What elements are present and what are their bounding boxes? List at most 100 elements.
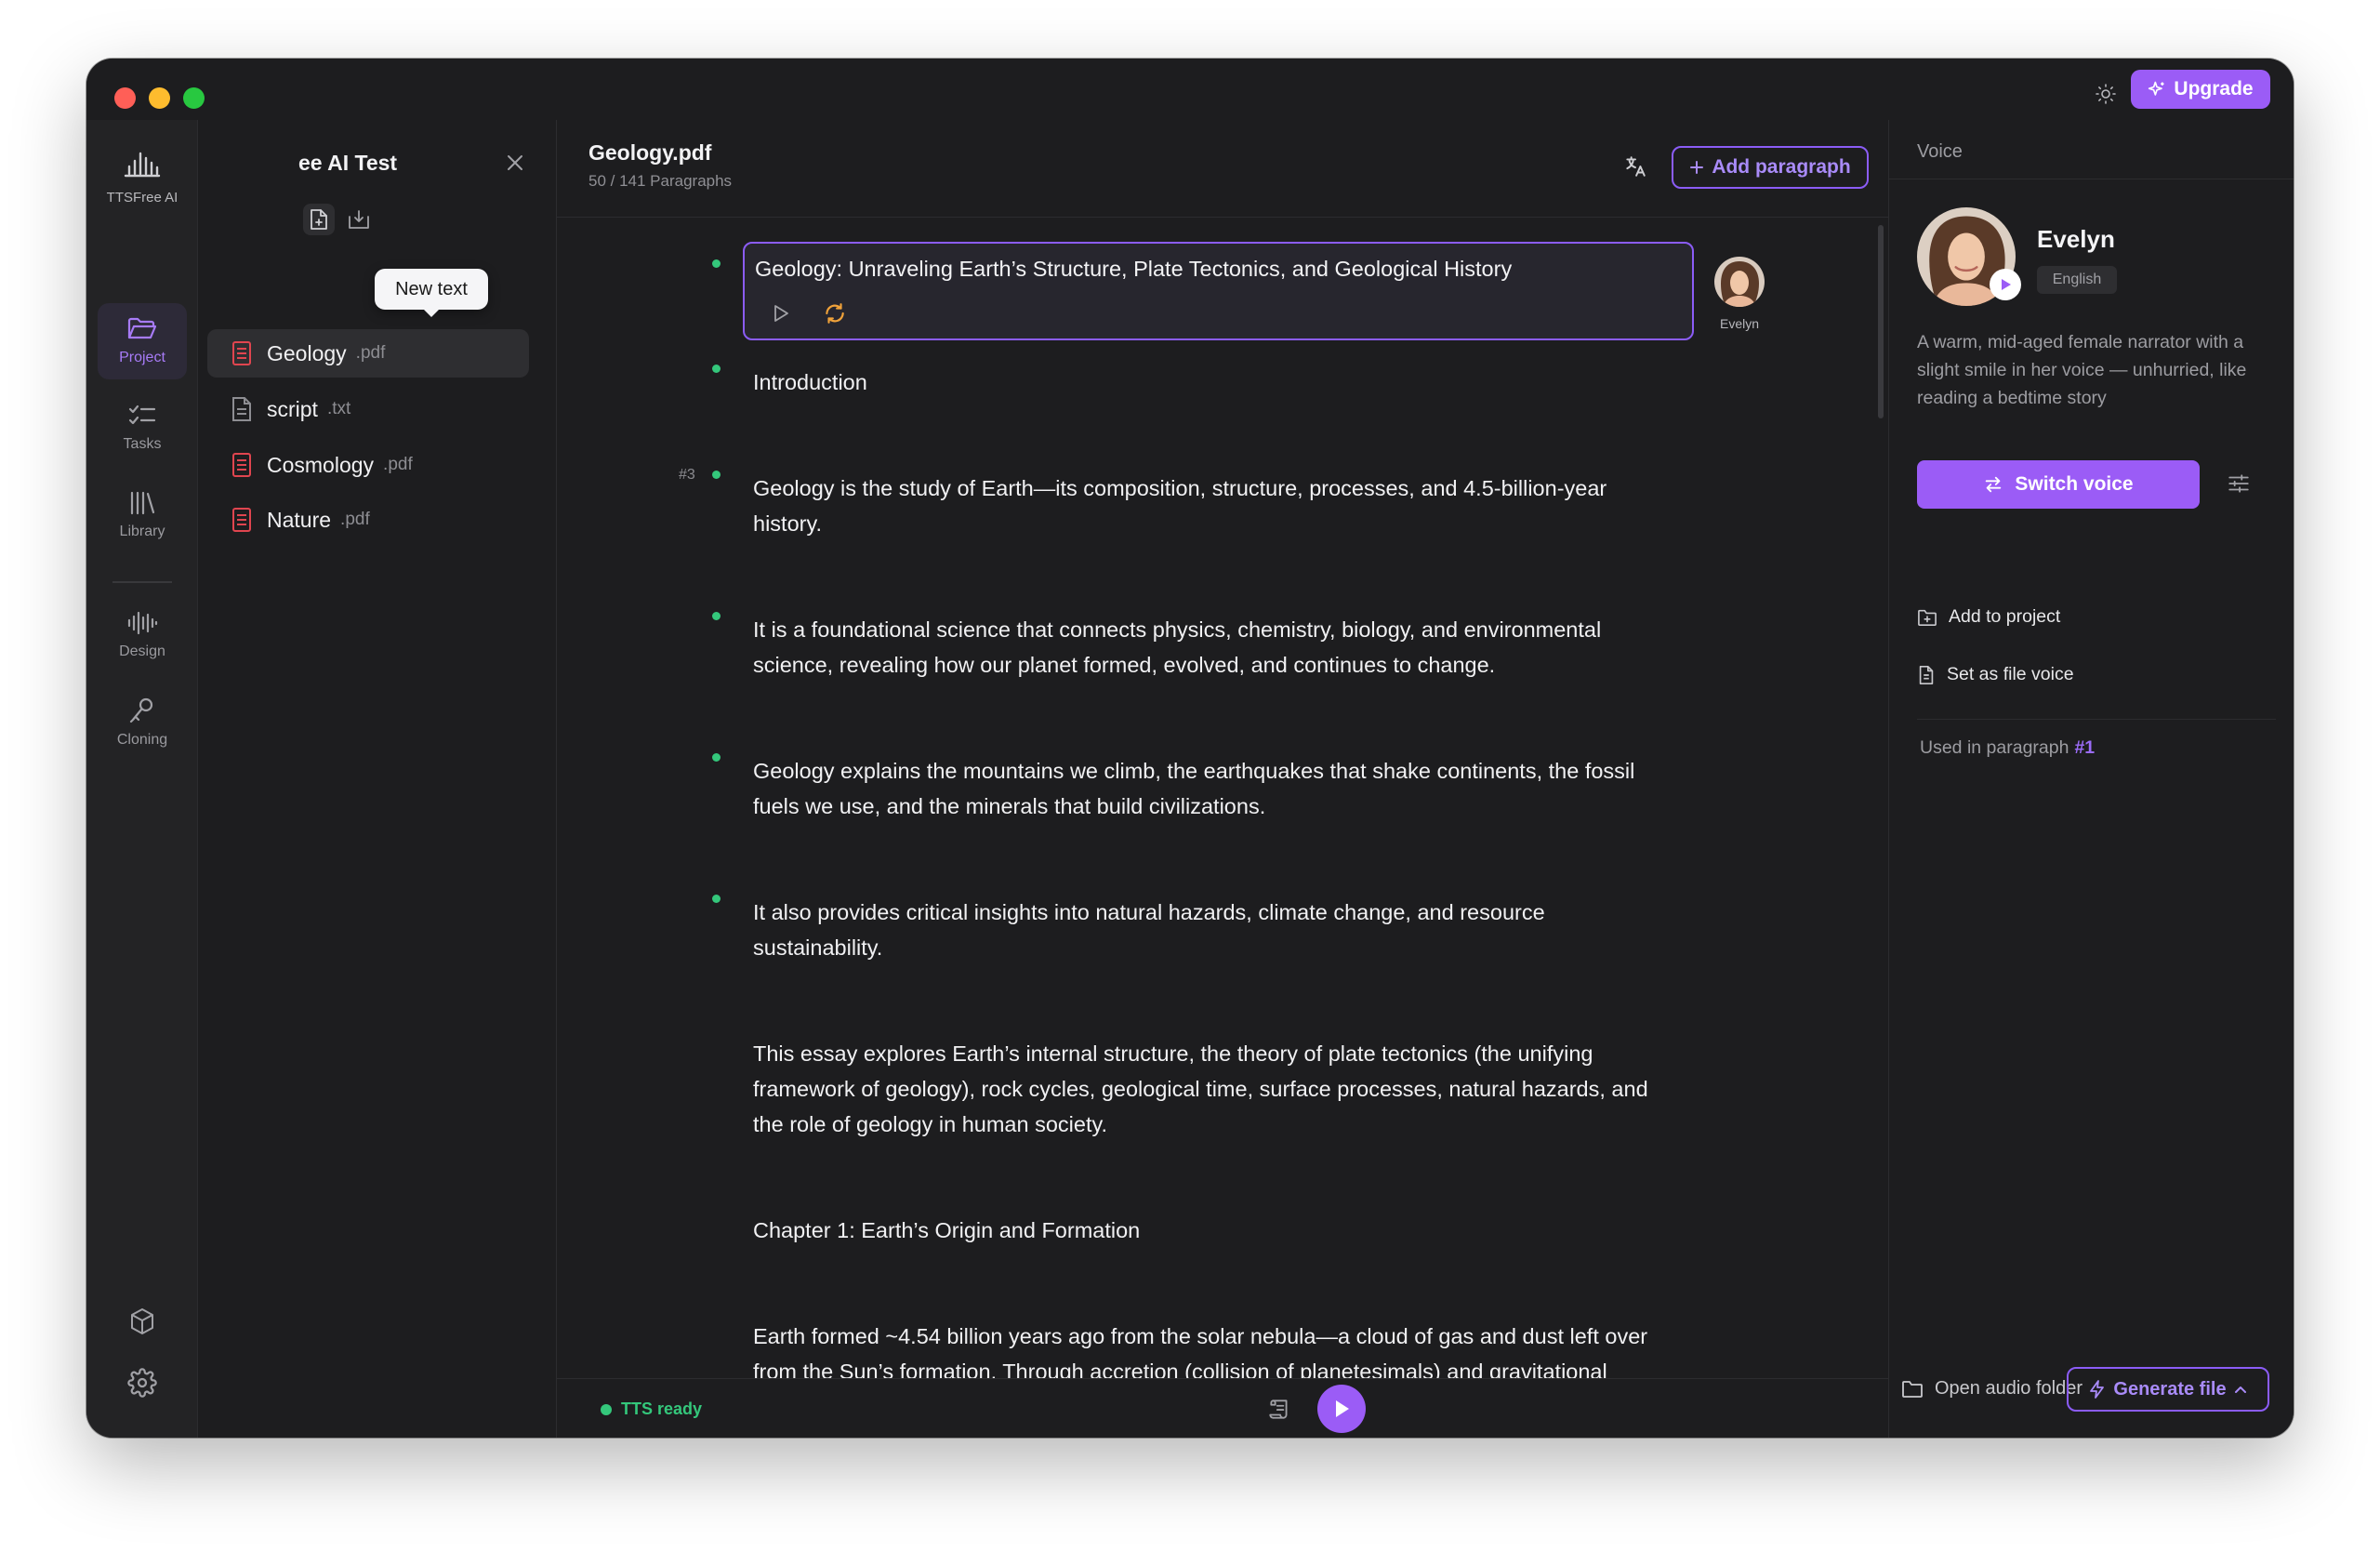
add-to-project-label: Add to project [1949, 606, 2061, 627]
voice-usage: Used in paragraph #1 [1920, 737, 2095, 759]
rail-divider [112, 581, 172, 583]
paragraph-regenerate-button[interactable] [821, 299, 849, 327]
play-icon [2002, 279, 2011, 290]
paragraph-voice-name: Evelyn [1719, 316, 1760, 331]
file-name: Nature [267, 507, 332, 532]
theme-toggle-button[interactable] [2089, 77, 2122, 111]
folder-plus-icon [1918, 609, 1937, 626]
voice-panel: Voice Evelyn English A warm, mid-aged fe… [1888, 120, 2294, 1438]
set-file-voice-label: Set as file voice [1947, 664, 2074, 684]
sliders-icon [2228, 474, 2249, 493]
paragraph-text[interactable]: Earth formed ~4.54 billion years ago fro… [753, 1319, 1673, 1378]
refresh-icon [826, 303, 844, 324]
paragraph-text[interactable]: Geology explains the mountains we climb,… [753, 753, 1673, 824]
open-audio-folder-button[interactable]: Open audio folder [1901, 1378, 2082, 1399]
voice-description: A warm, mid-aged female narrator with a … [1917, 332, 2247, 408]
file-item-script[interactable]: script .txt [207, 385, 529, 433]
file-name: Cosmology [267, 452, 375, 477]
folder-open-icon [127, 317, 157, 339]
main-play-button[interactable] [1317, 1385, 1366, 1433]
generate-file-button[interactable]: Generate file [2067, 1367, 2269, 1412]
generate-file-label: Generate file [2113, 1378, 2227, 1399]
editor: Geology.pdf 50 / 141 Paragraphs Add para… [557, 120, 1888, 1438]
add-paragraph-button[interactable]: Add paragraph [1672, 146, 1869, 189]
file-item-geology[interactable]: Geology .pdf [207, 329, 529, 378]
plus-icon [1690, 161, 1704, 174]
switch-voice-label: Switch voice [2015, 473, 2134, 495]
rail-item-cloning[interactable]: Cloning [98, 684, 187, 761]
script-view-button[interactable] [1263, 1393, 1295, 1425]
scrollbar-thumb[interactable] [1878, 225, 1884, 418]
paragraph-status-dot [712, 365, 721, 373]
settings-button[interactable] [126, 1366, 159, 1399]
import-button[interactable] [343, 204, 375, 235]
file-panel: ee AI Test New text Geology .pdf script … [198, 120, 623, 1438]
add-to-project-button[interactable]: Add to project [1917, 606, 2060, 628]
bolt-icon [2090, 1380, 2105, 1399]
checklist-icon [128, 405, 156, 425]
set-file-voice-button[interactable]: Set as file voice [1917, 664, 2074, 685]
voice-preview-button[interactable] [1990, 269, 2021, 300]
voice-avatar[interactable] [1917, 207, 2021, 306]
titlebar: Upgrade [86, 59, 2294, 120]
voice-settings-button[interactable] [2222, 467, 2255, 500]
folder-icon [1902, 1380, 1923, 1398]
paragraph-text[interactable]: Chapter 1: Earth’s Origin and Formation [753, 1213, 1673, 1248]
chevron-up-icon [2234, 1386, 2246, 1393]
paragraph-text[interactable]: It is a foundational science that connec… [753, 612, 1673, 683]
nav-rail: TTSFree AI Project Tasks Library Design … [86, 120, 198, 1438]
play-icon [774, 305, 788, 322]
translate-icon [1626, 156, 1646, 177]
document-title: Geology.pdf [588, 140, 712, 165]
file-item-cosmology[interactable]: Cosmology .pdf [207, 441, 529, 489]
file-item-nature[interactable]: Nature .pdf [207, 496, 529, 544]
app-logo: TTSFree AI [86, 148, 198, 206]
swap-icon [1986, 476, 2002, 493]
rail-label: Design [119, 643, 165, 659]
pdf-file-icon [232, 341, 251, 365]
rail-item-design[interactable]: Design [98, 597, 187, 673]
file-ext: .pdf [340, 510, 370, 529]
selected-paragraph[interactable]: Geology: Unraveling Earth’s Structure, P… [743, 242, 1694, 340]
app-name: TTSFree AI [106, 190, 178, 206]
rail-label: Tasks [123, 436, 162, 452]
paragraph-voice-avatar[interactable]: Evelyn [1710, 256, 1769, 331]
upgrade-label: Upgrade [2174, 78, 2254, 99]
new-text-button[interactable] [303, 204, 335, 235]
zoom-window-button[interactable] [183, 87, 205, 109]
switch-voice-button[interactable]: Switch voice [1917, 460, 2200, 509]
paragraph-status-dot [712, 471, 721, 479]
minimize-window-button[interactable] [149, 87, 170, 109]
paragraph-text[interactable]: Geology is the study of Earth—its compos… [753, 471, 1673, 541]
rail-item-tasks[interactable]: Tasks [98, 391, 187, 467]
close-panel-button[interactable] [499, 147, 531, 179]
pdf-file-icon [232, 508, 251, 532]
paragraph-text[interactable]: It also provides critical insights into … [753, 895, 1673, 965]
package-icon [131, 1308, 153, 1334]
paragraph-count: 50 / 141 Paragraphs [588, 172, 733, 190]
new-text-tooltip: New text [375, 269, 488, 317]
rail-label: Cloning [116, 732, 168, 748]
add-paragraph-label: Add paragraph [1712, 156, 1851, 178]
close-window-button[interactable] [114, 87, 136, 109]
app-window: Upgrade TTSFree AI Project Tasks Library… [86, 59, 2294, 1438]
paragraph-list[interactable]: Geology: Unraveling Earth’s Structure, P… [557, 218, 1888, 1378]
gear-icon [127, 1368, 157, 1398]
rail-label: Library [119, 524, 165, 539]
rail-item-library[interactable]: Library [98, 477, 187, 553]
translate-button[interactable] [1620, 151, 1651, 182]
play-icon [1336, 1400, 1349, 1417]
upgrade-button[interactable]: Upgrade [2131, 70, 2270, 109]
pen-icon [129, 697, 153, 723]
paragraph-text[interactable]: This essay explores Earth’s internal str… [753, 1036, 1673, 1142]
selected-paragraph-text[interactable]: Geology: Unraveling Earth’s Structure, P… [755, 257, 1512, 282]
package-button[interactable] [126, 1305, 159, 1338]
paragraph-play-button[interactable] [767, 299, 795, 327]
voice-usage-link[interactable]: #1 [2074, 737, 2095, 758]
paragraph-text[interactable]: Introduction [753, 365, 1673, 400]
paragraph-status-dot [712, 895, 721, 903]
file-ext: .txt [326, 399, 351, 418]
voice-name: Evelyn [2037, 225, 2115, 253]
rail-item-project[interactable]: Project [98, 303, 187, 379]
voice-panel-divider [1917, 719, 2276, 720]
